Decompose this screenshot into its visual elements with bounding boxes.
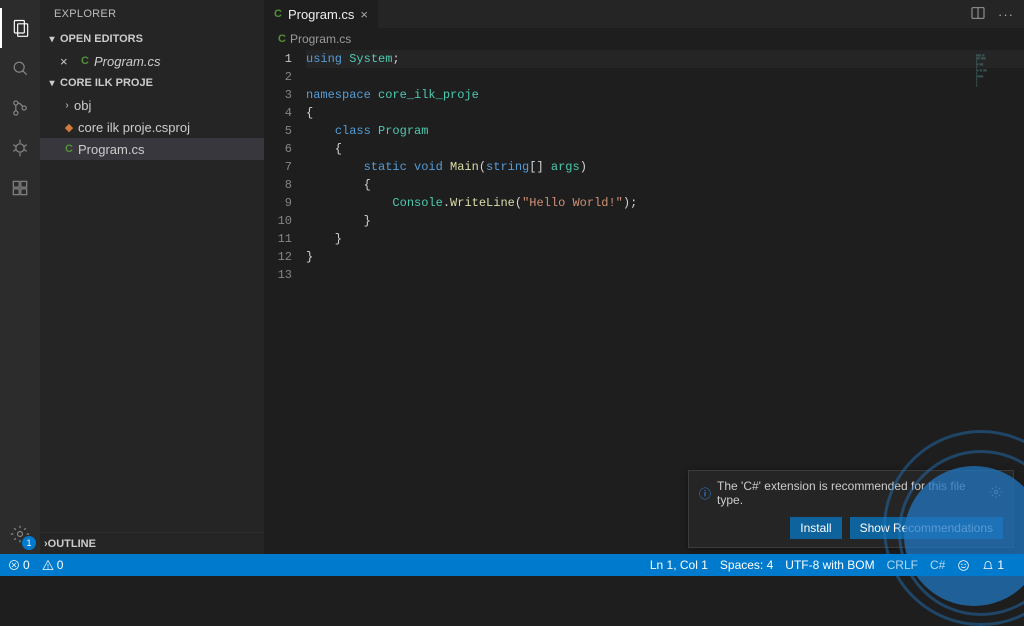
status-errors[interactable]: 0 (8, 558, 30, 572)
more-icon[interactable]: ··· (998, 7, 1014, 22)
split-editor-icon[interactable] (970, 5, 986, 24)
install-button[interactable]: Install (790, 517, 841, 539)
status-spaces[interactable]: Spaces: 4 (720, 558, 773, 572)
activity-bar: 1 (0, 0, 40, 554)
status-bell-icon[interactable]: 1 (982, 558, 1004, 572)
sidebar-title: EXPLORER (40, 0, 264, 28)
csharp-file-icon: C (278, 33, 286, 45)
chevron-right-icon: › (60, 100, 74, 111)
notification-toast: ⓘ The 'C#' extension is recommended for … (688, 470, 1014, 548)
notification-text: The 'C#' extension is recommended for th… (717, 479, 989, 507)
activity-search-icon[interactable] (0, 48, 40, 88)
tree-file-program[interactable]: C Program.cs (40, 138, 264, 160)
info-icon: ⓘ (699, 485, 711, 502)
activity-extensions-icon[interactable] (0, 168, 40, 208)
section-project[interactable]: ▾ CORE ILK PROJE (40, 72, 264, 94)
tab-bar: C Program.cs × ··· (264, 0, 1024, 28)
activity-debug-icon[interactable] (0, 128, 40, 168)
close-icon[interactable]: × (360, 7, 368, 22)
gear-icon[interactable] (989, 485, 1003, 502)
activity-explorer-icon[interactable] (0, 8, 40, 48)
show-recommendations-button[interactable]: Show Recommendations (850, 517, 1003, 539)
tab-program[interactable]: C Program.cs × (264, 0, 378, 28)
open-editor-item[interactable]: × C Program.cs (40, 50, 264, 72)
activity-source-control-icon[interactable] (0, 88, 40, 128)
csharp-file-icon: C (60, 143, 78, 155)
chevron-down-icon: ▾ (44, 34, 60, 45)
section-open-editors[interactable]: ▾ OPEN EDITORS (40, 28, 264, 50)
csharp-file-icon: C (76, 55, 94, 67)
csharp-file-icon: C (274, 8, 282, 20)
status-lncol[interactable]: Ln 1, Col 1 (650, 558, 708, 572)
status-bar: 0 0 Ln 1, Col 1 Spaces: 4 UTF-8 with BOM… (0, 554, 1024, 576)
minimap[interactable]: ████ █████ █████ ██ ███ █ ██ ██ ███ █ ██… (976, 54, 1016, 94)
tree-file-csproj[interactable]: ◆ core ilk proje.csproj (40, 116, 264, 138)
close-icon[interactable]: × (60, 54, 76, 69)
sidebar: EXPLORER ▾ OPEN EDITORS × C Program.cs ▾… (40, 0, 264, 554)
status-eol[interactable]: CRLF (887, 558, 918, 572)
breadcrumb[interactable]: C Program.cs (264, 28, 1024, 50)
status-encoding[interactable]: UTF-8 with BOM (785, 558, 874, 572)
status-lang[interactable]: C# (930, 558, 945, 572)
section-outline[interactable]: › OUTLINE (40, 532, 264, 554)
settings-badge: 1 (22, 536, 36, 550)
status-feedback-icon[interactable] (957, 559, 970, 572)
chevron-down-icon: ▾ (44, 78, 60, 89)
activity-settings-icon[interactable]: 1 (0, 514, 40, 554)
status-warnings[interactable]: 0 (42, 558, 64, 572)
tree-folder-obj[interactable]: › obj (40, 94, 264, 116)
csproj-file-icon: ◆ (60, 121, 78, 134)
